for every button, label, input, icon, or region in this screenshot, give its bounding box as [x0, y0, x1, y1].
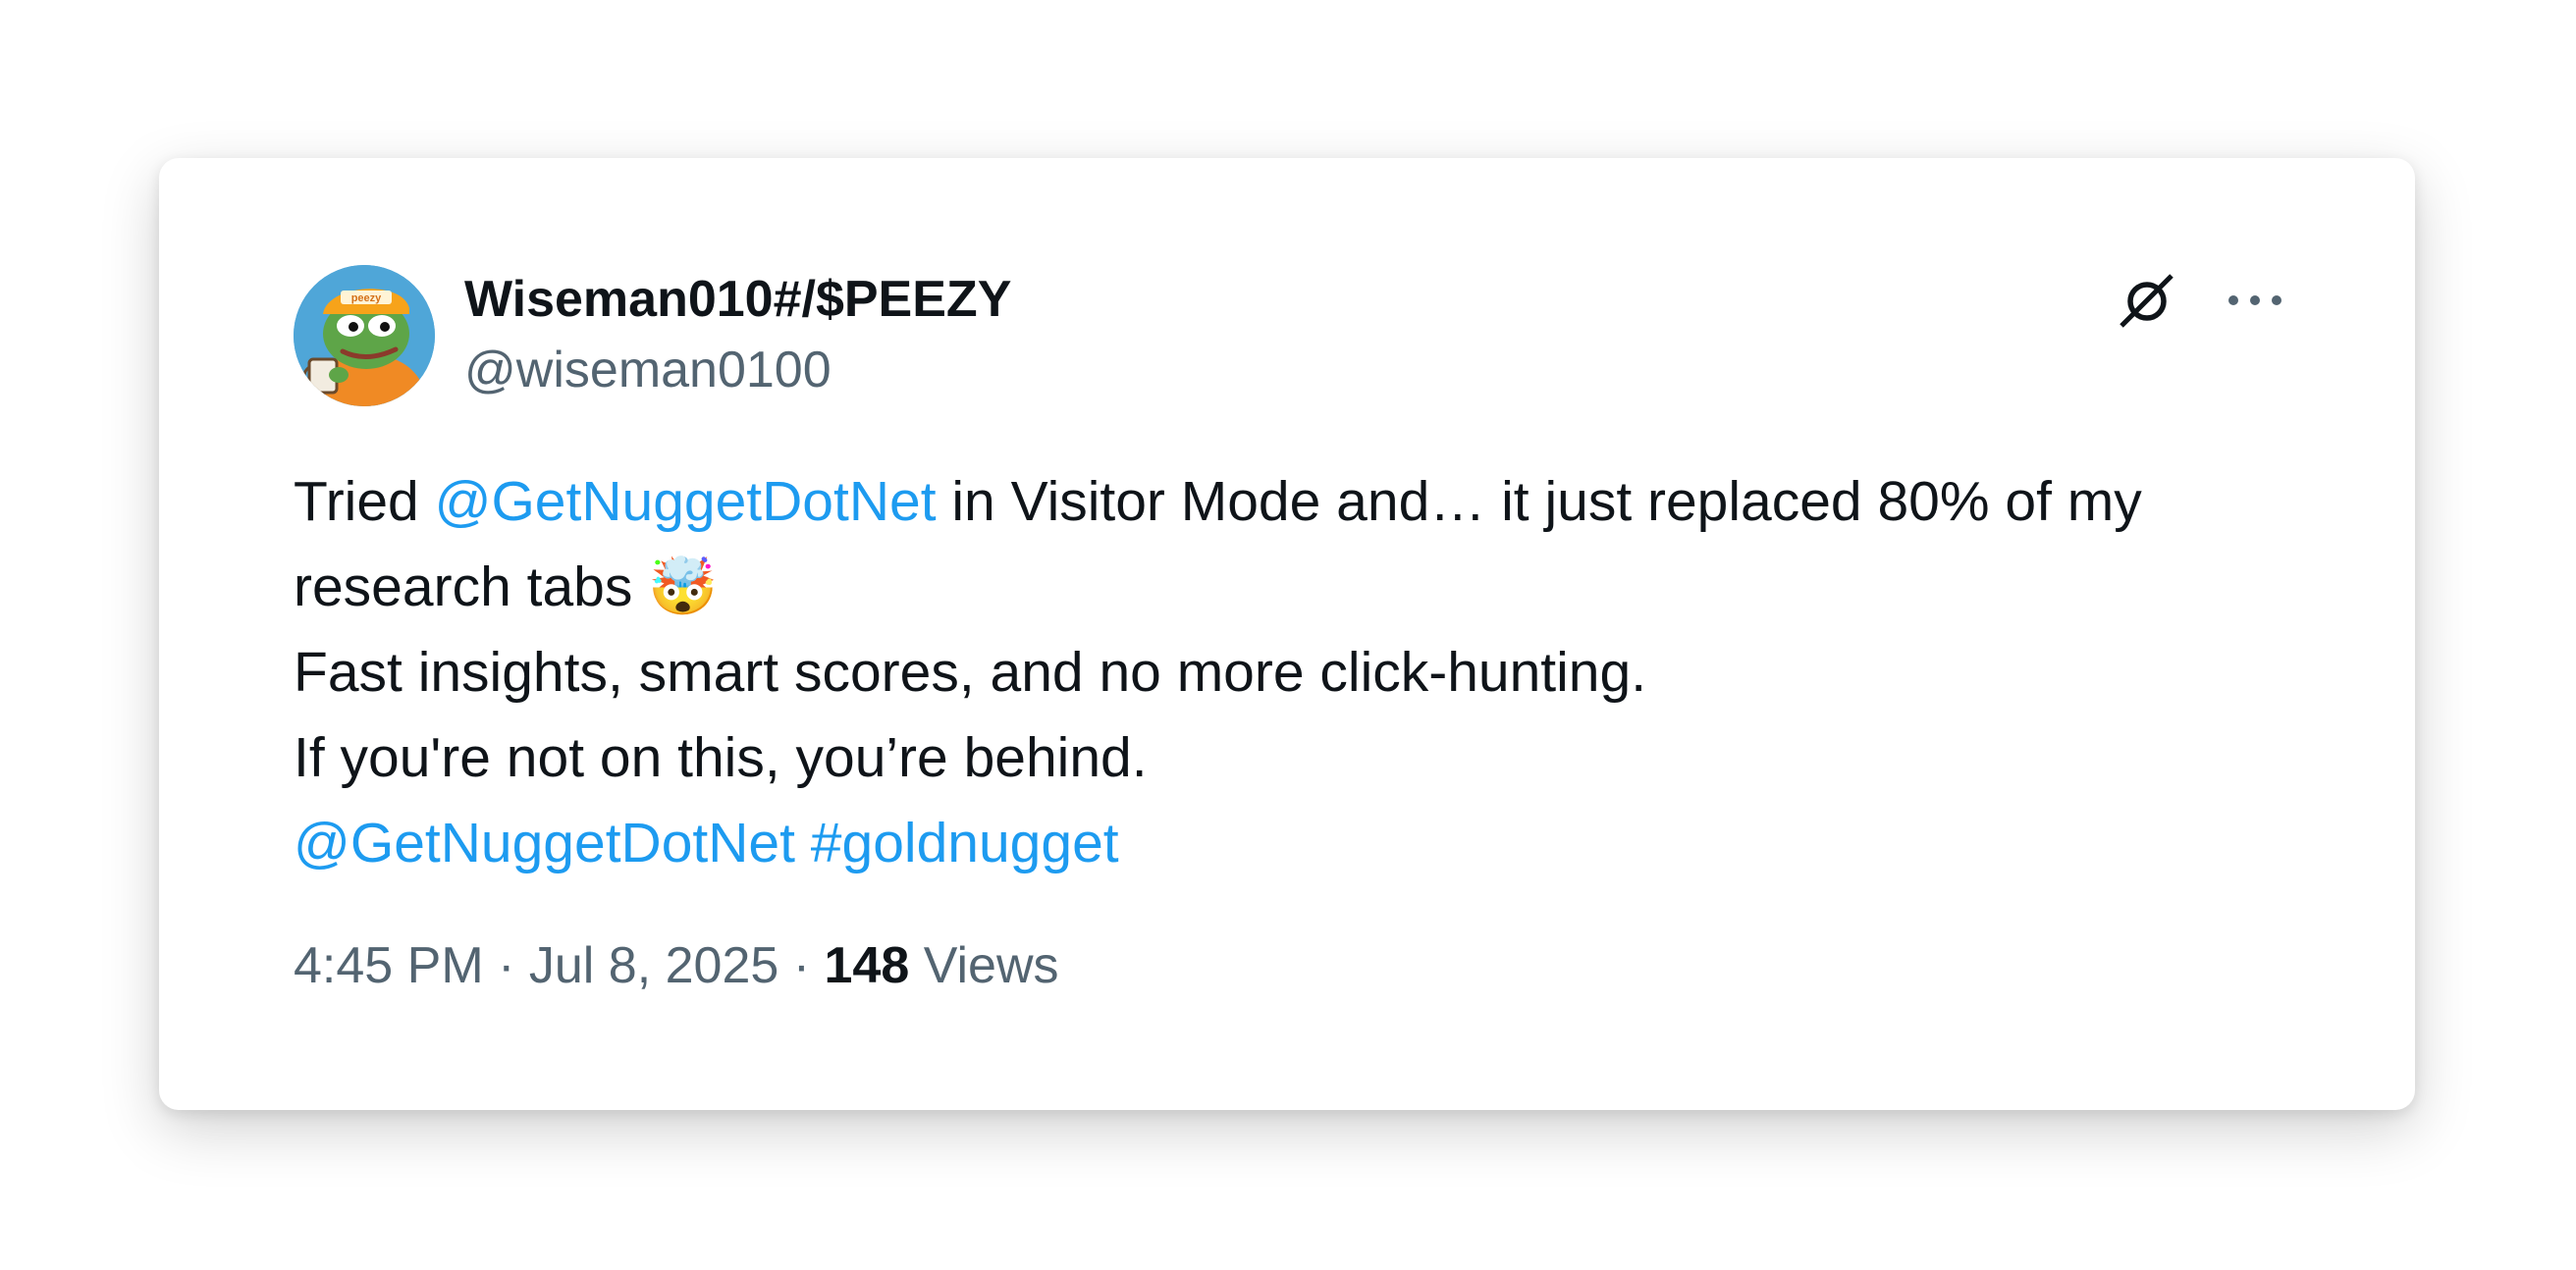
exploding-head-emoji: 🤯	[648, 555, 719, 619]
meta-separator: ·	[778, 937, 825, 994]
tweet-line-3: Fast insights, smart scores, and no more…	[294, 641, 1647, 704]
views-label: Views	[909, 937, 1059, 994]
tweet-card: peezy Wiseman010#/$PEEZY @wiseman0100 Tr…	[159, 158, 2415, 1110]
tweet-text-segment: Tried	[294, 470, 435, 533]
mention-link[interactable]: @GetNuggetDotNet	[294, 812, 795, 874]
hashtag-link[interactable]: #goldnugget	[811, 812, 1119, 874]
avatar[interactable]: peezy	[294, 265, 435, 406]
views-count: 148	[824, 937, 910, 994]
more-horizontal-icon[interactable]	[2221, 266, 2289, 335]
tweet-text: Tried @GetNuggetDotNet in Visitor Mode a…	[294, 459, 2316, 886]
pepe-frog-avatar-icon: peezy	[294, 265, 435, 406]
mention-link[interactable]: @GetNuggetDotNet	[435, 470, 937, 533]
tweet-line-1: Tried @GetNuggetDotNet in Visitor Mode a…	[294, 459, 2316, 545]
meta-separator: ·	[483, 937, 529, 994]
tweet-line-5: @GetNuggetDotNet #goldnugget	[294, 801, 2316, 886]
tweet-line-2: research tabs 🤯	[294, 545, 2316, 630]
user-handle[interactable]: @wiseman0100	[464, 341, 832, 399]
x-slash-logo-icon[interactable]	[2113, 266, 2181, 335]
tweet-line-4: If you're not on this, you’re behind.	[294, 726, 1148, 789]
tweet-time[interactable]: 4:45 PM	[294, 937, 484, 994]
tweet-text-segment: research tabs	[294, 556, 649, 618]
tweet-text-segment: in Visitor Mode and… it just replaced 80…	[936, 470, 2142, 533]
tweet-date[interactable]: Jul 8, 2025	[529, 937, 778, 994]
svg-text:peezy: peezy	[351, 292, 382, 304]
tweet-header-actions	[2113, 266, 2289, 335]
tweet-meta: 4:45 PM · Jul 8, 2025 · 148 Views	[294, 936, 1059, 995]
display-name[interactable]: Wiseman010#/$PEEZY	[464, 270, 1011, 329]
